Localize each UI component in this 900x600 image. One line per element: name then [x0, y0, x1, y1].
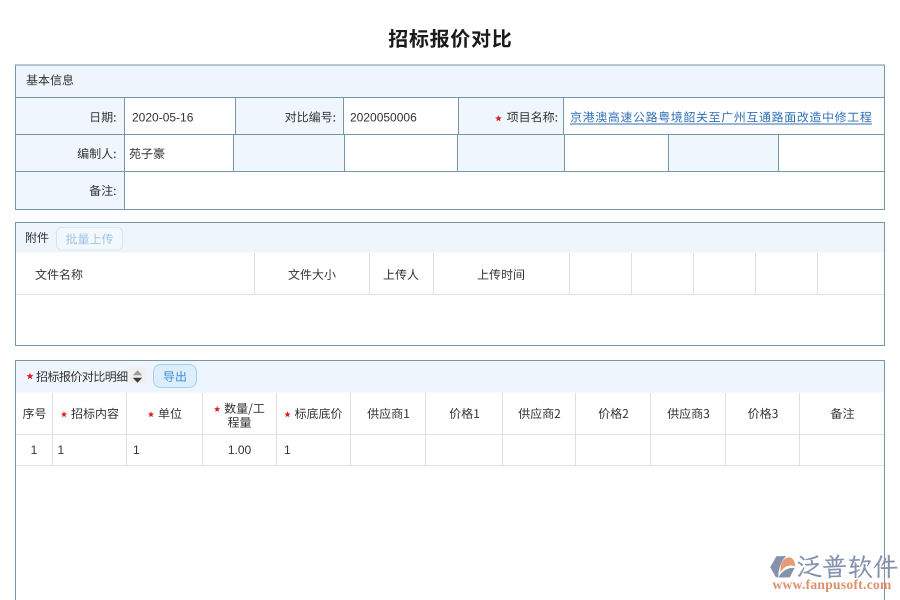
svg-text:2020-05-16: 2020-05-16 — [132, 111, 194, 125]
svg-text:2020050006: 2020050006 — [350, 111, 417, 125]
svg-text:www.fanpusoft.com: www.fanpusoft.com — [773, 577, 893, 592]
svg-text:1: 1 — [58, 443, 65, 457]
svg-text:1: 1 — [284, 443, 291, 457]
svg-text:1: 1 — [133, 443, 140, 457]
svg-text:1: 1 — [31, 443, 38, 457]
svg-text:1.00: 1.00 — [228, 443, 252, 457]
